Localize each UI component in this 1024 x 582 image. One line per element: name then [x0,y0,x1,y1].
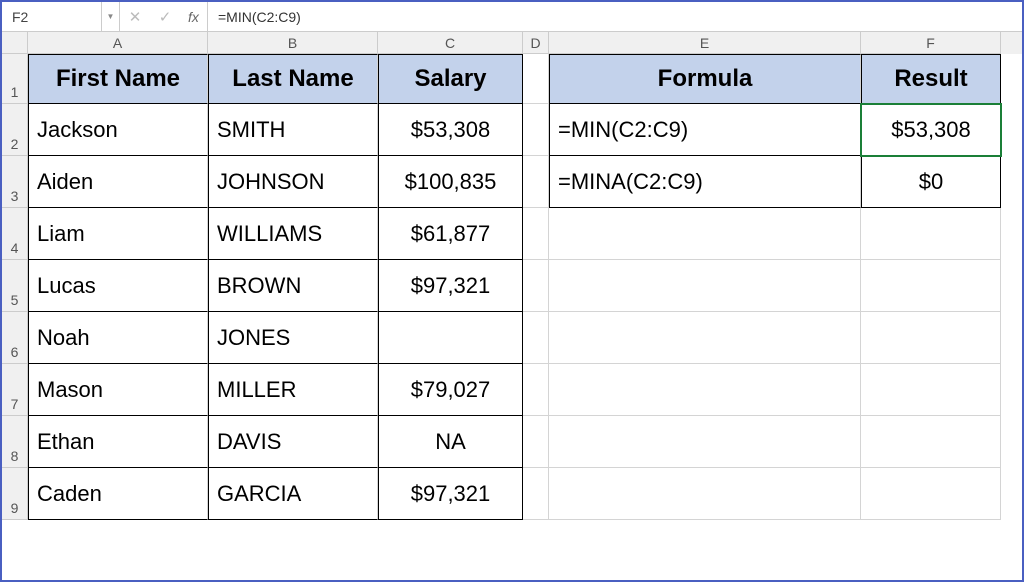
cell-a9[interactable]: Caden [28,468,208,520]
cell-f5[interactable] [861,260,1001,312]
row-6: 6 Noah JONES [2,312,1022,364]
row-2: 2 Jackson SMITH $53,308 =MIN(C2:C9) $53,… [2,104,1022,156]
cell-c9[interactable]: $97,321 [378,468,523,520]
cell-b6[interactable]: JONES [208,312,378,364]
header-last-name[interactable]: Last Name [208,54,378,104]
cell-d8[interactable] [523,416,549,468]
cell-d1[interactable] [523,54,549,104]
row-7: 7 Mason MILLER $79,027 [2,364,1022,416]
cell-a6[interactable]: Noah [28,312,208,364]
row-header-9[interactable]: 9 [2,468,28,520]
cell-b9[interactable]: GARCIA [208,468,378,520]
cell-f6[interactable] [861,312,1001,364]
cell-e3[interactable]: =MINA(C2:C9) [549,156,861,208]
cell-a3[interactable]: Aiden [28,156,208,208]
name-box-dropdown-icon[interactable]: ▼ [102,2,120,31]
cell-a5[interactable]: Lucas [28,260,208,312]
cell-c2[interactable]: $53,308 [378,104,523,156]
row-9: 9 Caden GARCIA $97,321 [2,468,1022,520]
cell-e5[interactable] [549,260,861,312]
col-header-c[interactable]: C [378,32,523,54]
cell-f7[interactable] [861,364,1001,416]
cell-f4[interactable] [861,208,1001,260]
enter-icon[interactable]: ✓ [150,2,180,31]
header-formula[interactable]: Formula [549,54,861,104]
cell-f9[interactable] [861,468,1001,520]
cell-d6[interactable] [523,312,549,364]
header-salary[interactable]: Salary [378,54,523,104]
header-result[interactable]: Result [861,54,1001,104]
row-header-6[interactable]: 6 [2,312,28,364]
cell-e2[interactable]: =MIN(C2:C9) [549,104,861,156]
cell-f2[interactable]: $53,308 [861,104,1001,156]
cell-e8[interactable] [549,416,861,468]
col-header-d[interactable]: D [523,32,549,54]
row-header-3[interactable]: 3 [2,156,28,208]
cell-c3[interactable]: $100,835 [378,156,523,208]
header-first-name[interactable]: First Name [28,54,208,104]
cell-f3[interactable]: $0 [861,156,1001,208]
col-header-f[interactable]: F [861,32,1001,54]
cancel-icon[interactable]: ✕ [120,2,150,31]
row-header-5[interactable]: 5 [2,260,28,312]
row-header-8[interactable]: 8 [2,416,28,468]
cell-a7[interactable]: Mason [28,364,208,416]
cell-f8[interactable] [861,416,1001,468]
col-header-a[interactable]: A [28,32,208,54]
row-4: 4 Liam WILLIAMS $61,877 [2,208,1022,260]
cell-d5[interactable] [523,260,549,312]
formula-input[interactable]: =MIN(C2:C9) [208,9,1022,25]
column-headers: A B C D E F [2,32,1022,54]
cell-e7[interactable] [549,364,861,416]
select-all-corner[interactable] [2,32,28,54]
row-1: 1 First Name Last Name Salary Formula Re… [2,54,1022,104]
cell-b5[interactable]: BROWN [208,260,378,312]
row-header-7[interactable]: 7 [2,364,28,416]
spreadsheet-grid: A B C D E F 1 First Name Last Name Salar… [2,32,1022,520]
row-header-4[interactable]: 4 [2,208,28,260]
row-header-2[interactable]: 2 [2,104,28,156]
cell-d3[interactable] [523,156,549,208]
cell-b4[interactable]: WILLIAMS [208,208,378,260]
cell-b3[interactable]: JOHNSON [208,156,378,208]
cell-b7[interactable]: MILLER [208,364,378,416]
cell-a2[interactable]: Jackson [28,104,208,156]
col-header-b[interactable]: B [208,32,378,54]
cell-a4[interactable]: Liam [28,208,208,260]
cell-d7[interactable] [523,364,549,416]
cell-e6[interactable] [549,312,861,364]
row-8: 8 Ethan DAVIS NA [2,416,1022,468]
cell-c8[interactable]: NA [378,416,523,468]
cell-c4[interactable]: $61,877 [378,208,523,260]
cell-c5[interactable]: $97,321 [378,260,523,312]
cell-d9[interactable] [523,468,549,520]
col-header-e[interactable]: E [549,32,861,54]
cell-b2[interactable]: SMITH [208,104,378,156]
row-3: 3 Aiden JOHNSON $100,835 =MINA(C2:C9) $0 [2,156,1022,208]
cell-b8[interactable]: DAVIS [208,416,378,468]
cell-a8[interactable]: Ethan [28,416,208,468]
fx-icon[interactable]: fx [180,2,208,31]
formula-bar: F2 ▼ ✕ ✓ fx =MIN(C2:C9) [2,2,1022,32]
cell-d4[interactable] [523,208,549,260]
row-5: 5 Lucas BROWN $97,321 [2,260,1022,312]
cell-c6[interactable] [378,312,523,364]
cell-c7[interactable]: $79,027 [378,364,523,416]
cell-e9[interactable] [549,468,861,520]
row-header-1[interactable]: 1 [2,54,28,104]
cell-e4[interactable] [549,208,861,260]
cell-d2[interactable] [523,104,549,156]
name-box[interactable]: F2 [2,2,102,31]
